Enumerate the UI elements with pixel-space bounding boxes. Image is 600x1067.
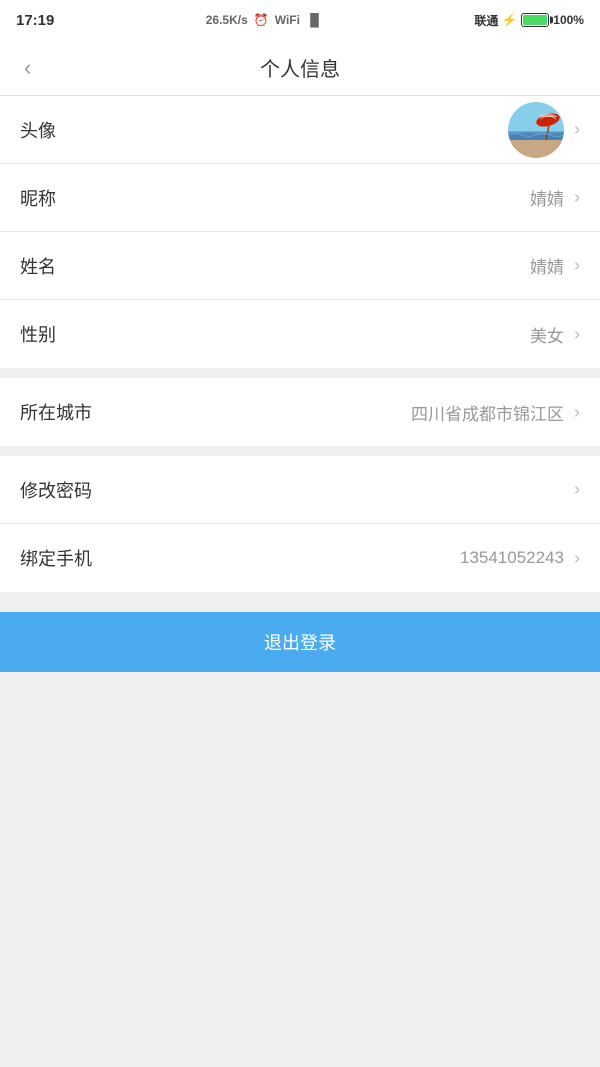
battery-percent: 100%	[553, 13, 584, 27]
status-bar: 17:19 26.5K/s ⏰ WiFi ▐▌ 联通 ⚡ 100%	[0, 0, 600, 40]
gender-label: 性别	[20, 321, 530, 347]
alarm-icon: ⏰	[254, 13, 269, 27]
phone-row[interactable]: 绑定手机 13541052243 ›	[0, 524, 600, 592]
password-label: 修改密码	[20, 477, 564, 503]
carrier-label: 联通	[474, 12, 498, 29]
status-center: 26.5K/s ⏰ WiFi ▐▌	[206, 13, 323, 27]
profile-section-2: 所在城市 四川省成都市锦江区 ›	[0, 378, 600, 446]
profile-section-3: 修改密码 › 绑定手机 13541052243 ›	[0, 456, 600, 592]
phone-value: 13541052243	[460, 548, 564, 568]
avatar	[508, 102, 564, 158]
phone-label: 绑定手机	[20, 545, 460, 571]
phone-chevron: ›	[574, 548, 580, 569]
nav-bar: ‹ 个人信息	[0, 40, 600, 96]
battery-icon	[521, 13, 549, 27]
status-time: 17:19	[16, 12, 54, 29]
nickname-chevron: ›	[574, 187, 580, 208]
back-button[interactable]: ‹	[16, 47, 39, 89]
realname-row[interactable]: 姓名 婧婧 ›	[0, 232, 600, 300]
realname-value: 婧婧	[530, 253, 564, 278]
divider-1	[0, 368, 600, 378]
city-chevron: ›	[574, 402, 580, 423]
profile-section-1: 头像 › 昵称 婧婧	[0, 96, 600, 368]
network-speed: 26.5K/s	[206, 13, 248, 27]
password-chevron: ›	[574, 479, 580, 500]
realname-chevron: ›	[574, 255, 580, 276]
divider-3	[0, 592, 600, 602]
city-label: 所在城市	[20, 399, 411, 425]
avatar-chevron: ›	[574, 119, 580, 140]
avatar-image	[508, 102, 564, 158]
password-row[interactable]: 修改密码 ›	[0, 456, 600, 524]
city-row[interactable]: 所在城市 四川省成都市锦江区 ›	[0, 378, 600, 446]
status-right: 联通 ⚡ 100%	[474, 12, 584, 29]
city-value: 四川省成都市锦江区	[411, 400, 564, 425]
charging-icon: ⚡	[502, 13, 517, 27]
page-title: 个人信息	[260, 53, 340, 82]
gender-value: 美女	[530, 322, 564, 347]
gender-row[interactable]: 性别 美女 ›	[0, 300, 600, 368]
signal-icon: ▐▌	[306, 13, 323, 27]
bottom-area	[0, 672, 600, 952]
gender-chevron: ›	[574, 324, 580, 345]
nickname-row[interactable]: 昵称 婧婧 ›	[0, 164, 600, 232]
logout-section: 退出登录	[0, 612, 600, 672]
realname-label: 姓名	[20, 253, 530, 279]
divider-2	[0, 446, 600, 456]
nickname-value: 婧婧	[530, 185, 564, 210]
avatar-label: 头像	[20, 117, 508, 143]
wifi-icon: WiFi	[275, 13, 300, 27]
logout-button[interactable]: 退出登录	[0, 612, 600, 672]
nickname-label: 昵称	[20, 185, 530, 211]
avatar-row[interactable]: 头像 ›	[0, 96, 600, 164]
